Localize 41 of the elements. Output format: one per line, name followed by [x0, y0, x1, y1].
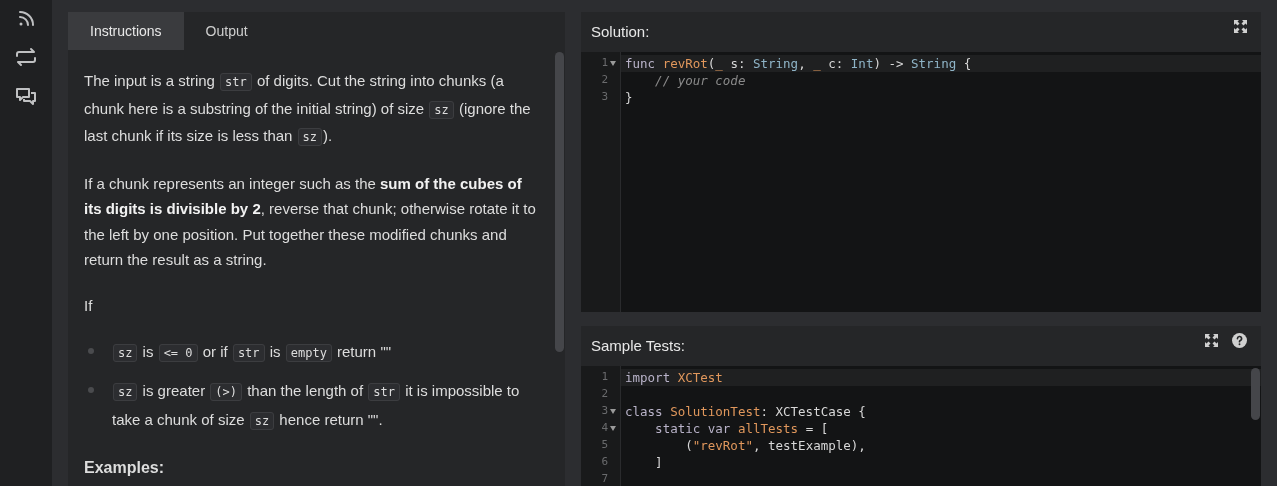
line-number: 2 — [601, 72, 608, 89]
scrollbar[interactable] — [555, 52, 564, 352]
code-line: static var allTests = [ — [654, 420, 830, 437]
paragraph: The input is a string str of digits. Cut the string into chunks (a chunk here is a substring of the initial string) of size sz (ignore the last chunk if its size is less than sz ). — [84, 71, 532, 148]
expand-icon[interactable] — [1205, 333, 1218, 347]
expand-icon[interactable] — [1234, 19, 1247, 33]
panel-title: Sample Tests: — [591, 335, 685, 356]
code-line: class SolutionTest: XCTestCase { — [624, 403, 867, 420]
code-editor[interactable]: 1 2 3 func revRot(_ s: String, _ c: Int) -> String { // your code } — [581, 52, 1261, 312]
fold-caret-icon[interactable] — [610, 409, 616, 414]
code-editor[interactable]: 1 2 3 4 5 6 7 import XCTest class SolutionTest: XCTestCase { static var allTests = [ ("revRot", testExample), ] — [581, 366, 1261, 486]
panel-title: Solution: — [591, 21, 650, 42]
section-heading: Examples: — [84, 458, 166, 478]
paragraph: If — [84, 295, 94, 316]
tab[interactable]: Instructions — [68, 12, 184, 50]
line-number: 6 — [601, 454, 608, 471]
chat-icon[interactable] — [15, 86, 37, 108]
feed-icon[interactable] — [17, 10, 35, 28]
help-icon[interactable] — [1232, 332, 1247, 348]
repeat-icon[interactable] — [15, 47, 37, 67]
line-number: 5 — [601, 437, 608, 454]
line-number: 3 — [601, 403, 608, 420]
line-number: 2 — [601, 386, 608, 403]
line-number: 1 — [601, 55, 608, 72]
code-line: // your code — [654, 72, 747, 89]
tab[interactable]: Output — [183, 12, 270, 50]
fold-caret-icon[interactable] — [610, 426, 616, 431]
code-line: ] — [654, 454, 664, 471]
line-number: 4 — [601, 420, 608, 437]
fold-caret-icon[interactable] — [610, 61, 616, 66]
scrollbar[interactable] — [1251, 368, 1260, 420]
code-line: } — [624, 89, 634, 106]
list-item: sz is greater (>) than the length of str it is impossible to take a chunk of size sz hence return "". — [112, 381, 521, 432]
line-number: 1 — [601, 369, 608, 386]
line-number: 7 — [601, 471, 608, 486]
bullet-icon — [88, 387, 94, 393]
code-line: ("revRot", testExample), — [684, 437, 867, 454]
list-item: sz is <= 0 or if str is empty return "" — [112, 338, 392, 367]
bullet-icon — [88, 348, 94, 354]
paragraph: If a chunk represents an integer such as the sum of the cubes of its digits is divisible by 2, reverse that chunk; otherwise rotate it to the left by one position. Put together these modified chunks and return the result as a string. — [84, 173, 537, 270]
line-number: 3 — [601, 89, 608, 106]
